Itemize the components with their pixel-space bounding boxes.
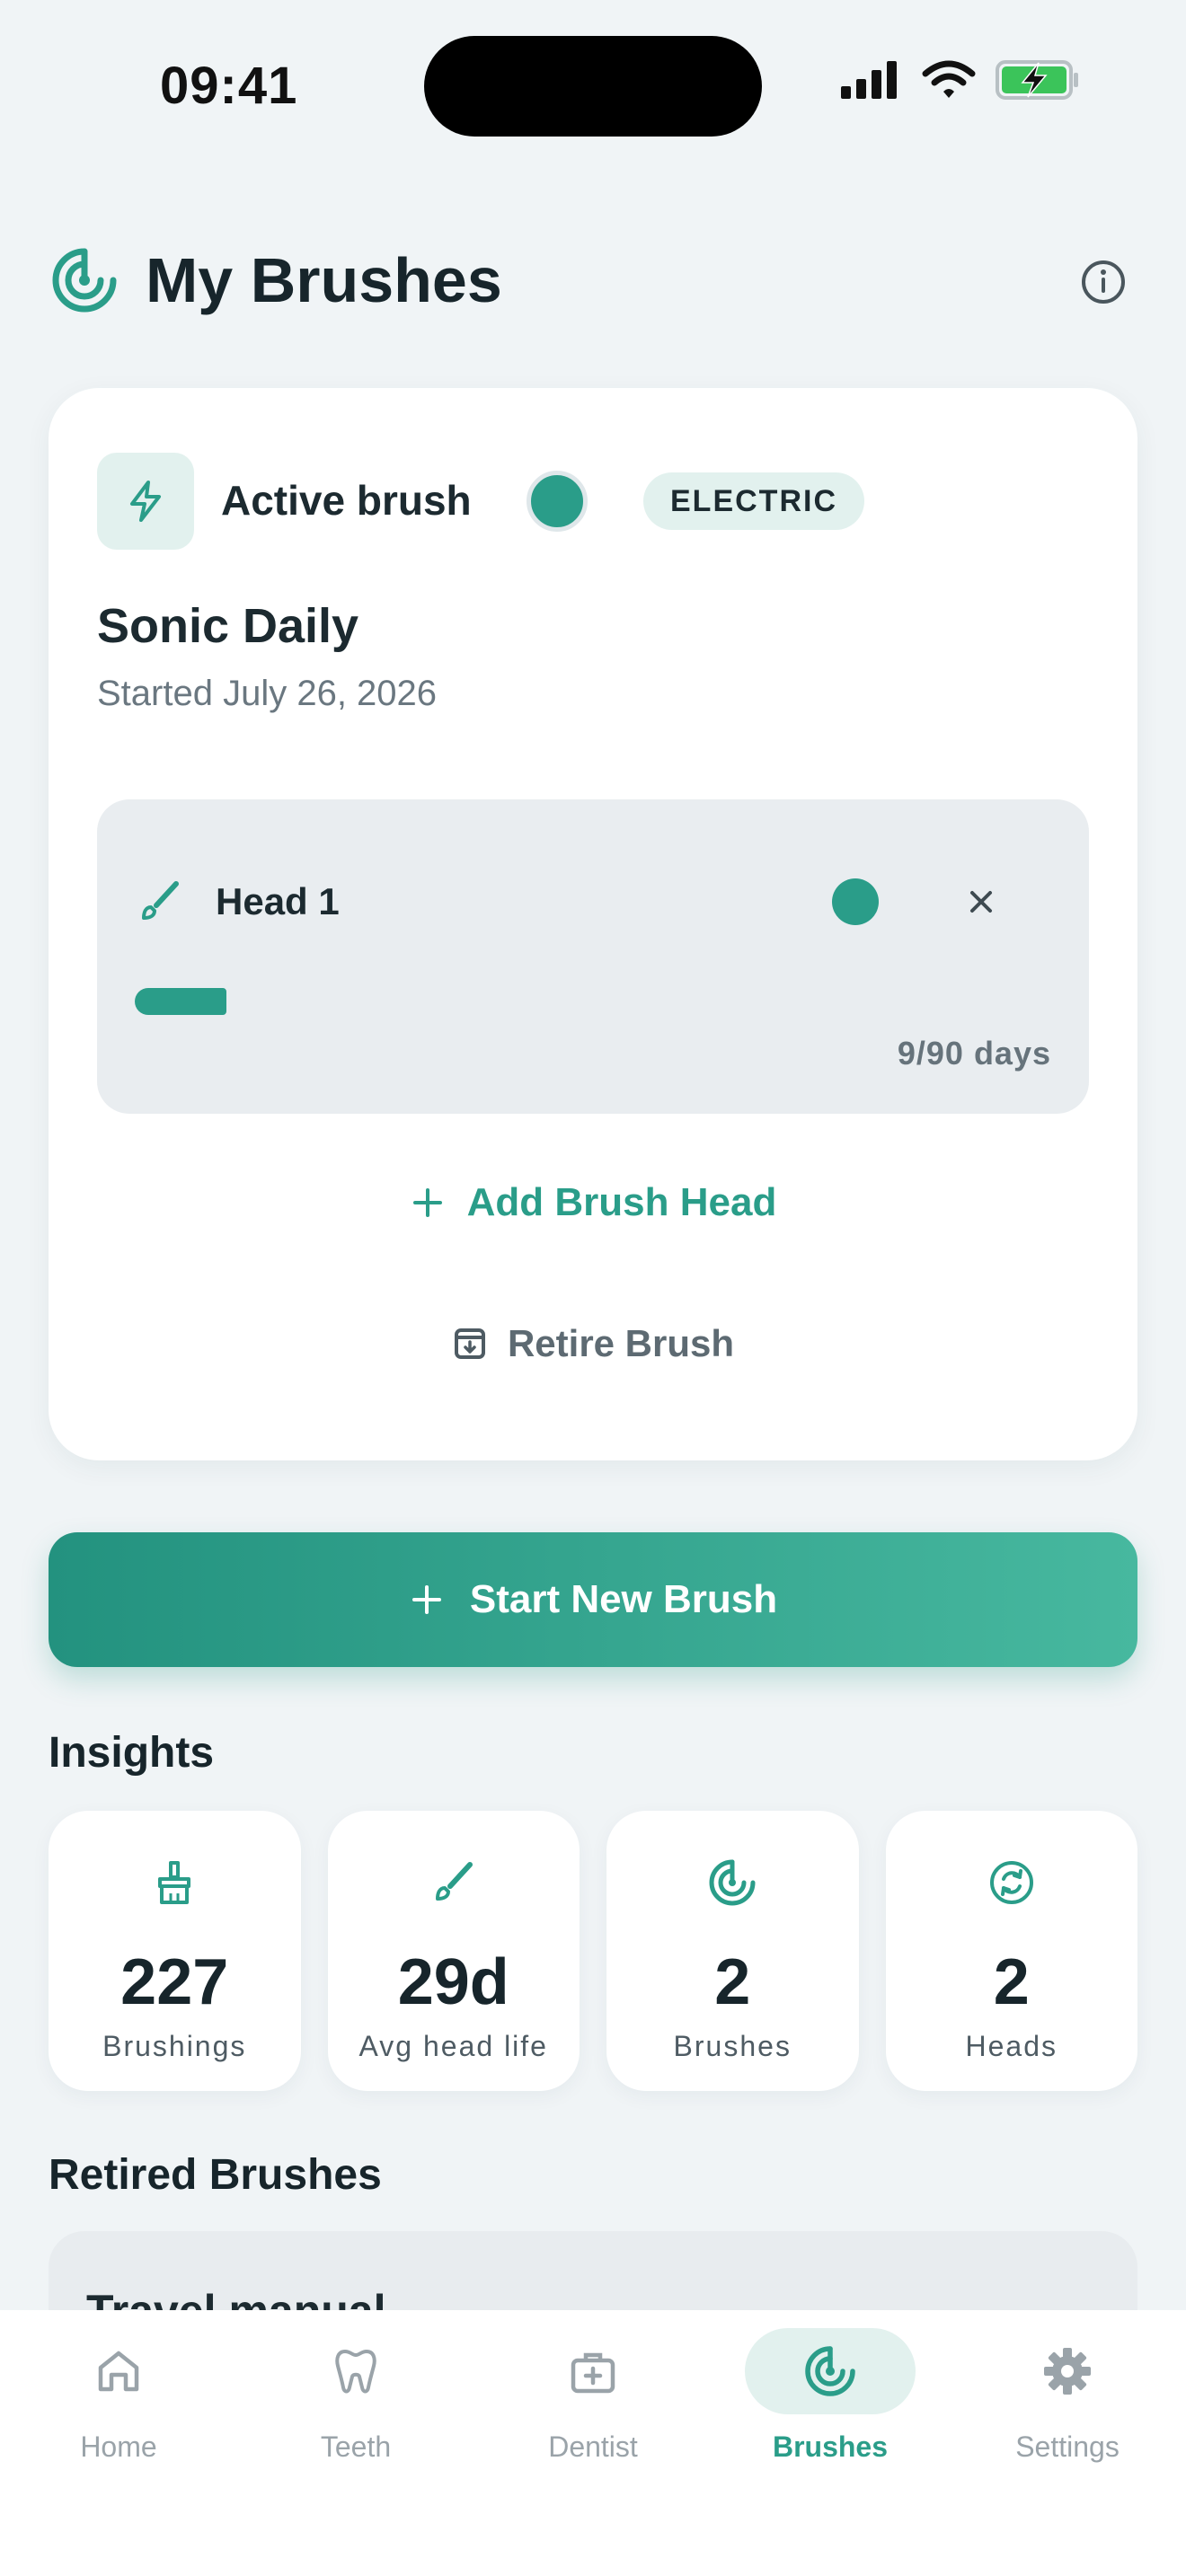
info-icon[interactable]: [1071, 250, 1136, 314]
tab-settings[interactable]: Settings: [949, 2310, 1186, 2576]
tab-label: Brushes: [772, 2430, 889, 2463]
tab-home[interactable]: Home: [0, 2310, 237, 2576]
brush-started-date: Started July 26, 2026: [97, 674, 438, 713]
paintbrush-icon: [142, 881, 179, 920]
status-bar: 09:41: [0, 0, 1186, 171]
battery-charging-icon: [996, 60, 1078, 100]
brush-color-dot[interactable]: [527, 471, 588, 532]
tab-label: Teeth: [320, 2430, 392, 2463]
brush-ring-icon: [52, 248, 117, 313]
active-brush-card: Active brush ELECTRIC Sonic Daily Starte…: [49, 388, 1137, 1460]
tab-dentist[interactable]: Dentist: [474, 2310, 712, 2576]
status-icons: [839, 59, 1080, 101]
tab-label: Home: [80, 2430, 157, 2463]
stat-value: 29d: [397, 1946, 509, 2018]
add-brush-head-label: Add Brush Head: [466, 1180, 777, 1224]
insights-grid: 227 Brushings 29d Avg head life 2 Brushe…: [49, 1811, 1137, 2091]
stat-value: 227: [120, 1946, 229, 2018]
home-icon: [98, 2351, 139, 2392]
lightning-bolt-icon: [130, 481, 161, 522]
signal-icon: [841, 61, 897, 99]
wifi-icon: [922, 60, 976, 98]
status-time: 09:41: [160, 57, 298, 115]
add-brush-head-button[interactable]: Add Brush Head: [49, 1180, 1137, 1225]
broom-icon: [158, 1861, 191, 1904]
head-color-dot[interactable]: [832, 878, 879, 925]
brush-type-badge: ELECTRIC: [643, 472, 864, 530]
stat-label: Heads: [965, 2030, 1058, 2062]
page-title: My Brushes: [146, 245, 502, 315]
gear-icon: [1044, 2348, 1091, 2395]
brush-ring-icon: [709, 1859, 756, 1906]
brush-name: Sonic Daily: [97, 599, 359, 653]
head-life-progress: [135, 988, 1049, 1015]
stat-value: 2: [993, 1946, 1030, 2018]
head-days-used: 9/90 days: [897, 1035, 1051, 1072]
insights-title: Insights: [49, 1729, 215, 1777]
electric-type-tile: [97, 453, 194, 550]
brush-ring-icon: [805, 2346, 855, 2396]
stat-card-brushes: 2 Brushes: [606, 1811, 859, 2091]
tab-label: Dentist: [548, 2430, 638, 2463]
active-brush-label: Active brush: [221, 477, 472, 524]
stat-card-avg-head-life: 29d Avg head life: [327, 1811, 580, 2091]
start-new-brush-label: Start New Brush: [469, 1577, 778, 1621]
stat-value: 2: [714, 1946, 751, 2018]
tab-label: Settings: [1015, 2430, 1120, 2463]
head-label: Head 1: [216, 880, 340, 922]
dynamic-island: [424, 36, 762, 137]
plus-icon: [412, 1188, 442, 1217]
stat-card-heads: 2 Heads: [885, 1811, 1137, 2091]
retired-brushes-title: Retired Brushes: [49, 2151, 382, 2199]
page-header: My Brushes: [50, 241, 1136, 322]
start-new-brush-button[interactable]: Start New Brush: [49, 1532, 1137, 1667]
plus-icon: [412, 1585, 441, 1614]
paintbrush-icon: [435, 1862, 473, 1901]
stat-label: Brushings: [102, 2030, 247, 2062]
tab-brushes[interactable]: Brushes: [712, 2310, 949, 2576]
retire-brush-label: Retire Brush: [507, 1322, 735, 1364]
tab-teeth[interactable]: Teeth: [237, 2310, 474, 2576]
brush-head-item: Head 1 9/90 days: [97, 799, 1089, 1114]
stat-card-brushings: 227 Brushings: [49, 1811, 301, 2091]
close-icon[interactable]: [960, 880, 1003, 923]
tooth-icon: [335, 2350, 376, 2394]
retire-brush-button[interactable]: Retire Brush: [49, 1322, 1137, 1365]
head-life-progress-fill: [135, 988, 226, 1015]
stat-label: Brushes: [673, 2030, 792, 2062]
archive-icon: [454, 1328, 485, 1359]
tab-bar: Home Teeth Dentist Brushes Settings: [0, 2310, 1186, 2576]
stat-label: Avg head life: [358, 2030, 548, 2062]
refresh-icon: [989, 1861, 1033, 1904]
medical-kit-icon: [571, 2352, 615, 2394]
